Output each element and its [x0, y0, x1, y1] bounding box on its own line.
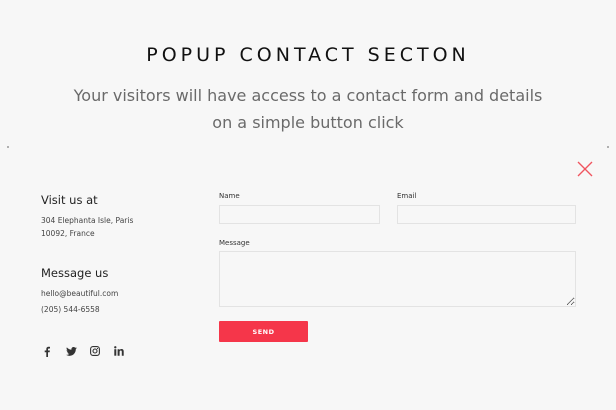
contact-phone[interactable]: (205) 544-6558 [41, 303, 100, 316]
send-button[interactable]: SEND [219, 321, 308, 342]
divider-dot-right [607, 146, 609, 148]
name-label: Name [219, 192, 240, 200]
instagram-icon[interactable] [89, 345, 101, 357]
address-line-2: 10092, France [41, 229, 95, 238]
visit-us-heading: Visit us at [41, 193, 98, 207]
message-field[interactable] [219, 251, 576, 307]
close-icon[interactable] [576, 160, 594, 178]
twitter-icon[interactable] [65, 345, 77, 357]
page-subtitle: Your visitors will have access to a cont… [0, 82, 616, 136]
contact-popup: Visit us at 304 Elephanta Isle, Paris 10… [0, 150, 616, 410]
message-label: Message [219, 239, 250, 247]
email-field[interactable] [397, 205, 576, 224]
subtitle-line-1: Your visitors will have access to a cont… [73, 86, 543, 105]
contact-email[interactable]: hello@beautiful.com [41, 287, 118, 300]
linkedin-icon[interactable] [113, 345, 125, 357]
subtitle-line-2: on a simple button click [212, 113, 404, 132]
divider-dot-left [7, 146, 9, 148]
page-title: POPUP CONTACT SECTON [146, 44, 470, 66]
social-links [41, 345, 137, 357]
name-field[interactable] [219, 205, 380, 224]
email-label: Email [397, 192, 417, 200]
facebook-icon[interactable] [41, 345, 53, 357]
page: POPUP CONTACT SECTON Your visitors will … [0, 0, 616, 410]
address-line-1: 304 Elephanta Isle, Paris [41, 216, 134, 225]
message-us-heading: Message us [41, 266, 109, 280]
